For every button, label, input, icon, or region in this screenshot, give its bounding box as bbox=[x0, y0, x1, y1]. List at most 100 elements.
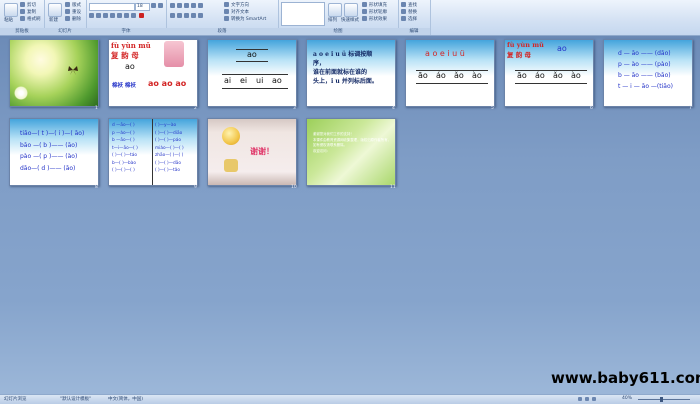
reset-icon[interactable] bbox=[65, 9, 70, 14]
clipboard-group: 粘贴 剪切 复制 格式刷 剪贴板 bbox=[0, 0, 45, 35]
slide-number-4: 4 bbox=[392, 106, 395, 111]
slide-thumbnail-2[interactable]: fù yùn mǔ 复 韵 母 ao 棉袄 棉袄 ao ao ao bbox=[108, 39, 198, 107]
slide-number-1: 1 bbox=[95, 106, 98, 111]
shape-outline-label[interactable]: 形状轮廓 bbox=[369, 9, 387, 15]
copy-icon[interactable] bbox=[20, 9, 25, 14]
delete-label[interactable]: 删除 bbox=[72, 16, 81, 22]
split-row-3: pào —( p )—— (ào) bbox=[20, 153, 78, 160]
slide-thumbnail-11[interactable]: 谢谢您对我们工作的支持！ 本课件由教育资源网收集整理，版权归原作者所有， 如有侵… bbox=[306, 118, 396, 186]
new-slide-label: 新建 bbox=[49, 18, 58, 23]
select-label[interactable]: 选择 bbox=[408, 16, 417, 22]
font-color-icon[interactable] bbox=[139, 13, 144, 18]
butterfly-image bbox=[68, 66, 78, 75]
find-label[interactable]: 查找 bbox=[408, 2, 417, 8]
notice-line-4: 欢迎访问： bbox=[313, 148, 330, 153]
shape-outline-icon[interactable] bbox=[362, 9, 367, 14]
ao-label: ao bbox=[557, 44, 567, 53]
cut-icon[interactable] bbox=[20, 2, 25, 7]
text-direction-label[interactable]: 文字方向 bbox=[231, 2, 249, 8]
columns-icon[interactable] bbox=[198, 13, 203, 18]
smartart-label[interactable]: 转换为 SmartArt bbox=[231, 16, 266, 22]
replace-label[interactable]: 替换 bbox=[408, 9, 417, 15]
slide-number-2: 2 bbox=[194, 106, 197, 111]
layout-icon[interactable] bbox=[65, 2, 70, 7]
shrink-font-icon[interactable] bbox=[158, 3, 163, 8]
exercise-left-5: ( )—( )—táo bbox=[112, 153, 137, 158]
find-icon[interactable] bbox=[401, 2, 406, 7]
align-left-icon[interactable] bbox=[170, 13, 175, 18]
top-box-text: ao bbox=[247, 50, 257, 59]
numbering-icon[interactable] bbox=[177, 3, 182, 8]
font-size-combo[interactable]: 18 bbox=[135, 3, 150, 11]
format-painter-label[interactable]: 格式刷 bbox=[27, 16, 41, 22]
slide-thumbnail-9[interactable]: d —āo—( ) p —ào—( ) b —āo—( ) t—i—āo—( )… bbox=[108, 118, 198, 186]
zoom-slider-thumb[interactable] bbox=[660, 397, 663, 402]
zoom-level: 40% bbox=[622, 396, 633, 401]
change-case-icon[interactable] bbox=[131, 13, 136, 18]
align-text-label[interactable]: 对齐文本 bbox=[231, 9, 249, 15]
delete-icon[interactable] bbox=[65, 16, 70, 21]
cell-4: ao bbox=[272, 76, 282, 85]
smartart-icon[interactable] bbox=[224, 16, 229, 21]
watermark: www.baby611.com bbox=[551, 369, 700, 387]
exercise-left-7: ( )—( )—( ) bbox=[112, 168, 135, 173]
increase-indent-icon[interactable] bbox=[191, 3, 196, 8]
underline-icon[interactable] bbox=[103, 13, 108, 18]
slideshow-view-icon[interactable] bbox=[592, 397, 596, 401]
grow-font-icon[interactable] bbox=[151, 3, 156, 8]
divider-line bbox=[152, 119, 153, 185]
slide-thumbnail-10[interactable]: 谢谢！ bbox=[207, 118, 297, 186]
justify-icon[interactable] bbox=[191, 13, 196, 18]
shape-fill-icon[interactable] bbox=[362, 2, 367, 7]
replace-icon[interactable] bbox=[401, 9, 406, 14]
format-painter-icon[interactable] bbox=[20, 16, 25, 21]
bullets-icon[interactable] bbox=[170, 3, 175, 8]
cut-label[interactable]: 剪切 bbox=[27, 2, 36, 8]
align-text-icon[interactable] bbox=[224, 9, 229, 14]
slides-group: 新建 版式 重设 删除 幻灯片 bbox=[44, 0, 87, 35]
slide-thumbnail-6[interactable]: fù yùn mǔ 复 韵 母 ao āo áo ǎo ào bbox=[504, 39, 594, 107]
paste-label: 粘贴 bbox=[4, 18, 13, 23]
split-rows: tiāo—( t )—( i )—( āo) bāo —( b )—— (āo)… bbox=[20, 128, 84, 174]
shape-effects-label[interactable]: 形状效果 bbox=[369, 16, 387, 22]
slide-thumbnail-7[interactable]: d — āo —— (dāo) p — ào —— (pào) b — āo —… bbox=[603, 39, 693, 107]
align-center-icon[interactable] bbox=[177, 13, 182, 18]
italic-icon[interactable] bbox=[96, 13, 101, 18]
slide-thumbnail-1[interactable] bbox=[9, 39, 99, 107]
font-name-combo[interactable] bbox=[89, 3, 135, 11]
exercise-right-7: ( )—( )—tǎo bbox=[155, 168, 180, 173]
slide-thumbnail-3[interactable]: ao ai ei ui ao bbox=[207, 39, 297, 107]
slide-thumbnail-4[interactable]: a o e i u ü 标调按顺 序， 谁在前面就标在谁的 头上，i u 并列标… bbox=[306, 39, 396, 107]
rule-line-2: 序， bbox=[313, 60, 326, 67]
rule-line-3: 谁在前面就标在谁的 bbox=[313, 69, 368, 76]
select-icon[interactable] bbox=[401, 16, 406, 21]
spelling-rows: d — āo —— (dāo) p — ào —— (pào) b — āo —… bbox=[618, 48, 673, 92]
slide-thumbnail-8[interactable]: tiāo—( t )—( i )—( āo) bāo —( b )—— (āo)… bbox=[9, 118, 99, 186]
shape-fill-label[interactable]: 形状填充 bbox=[369, 2, 387, 8]
strikethrough-icon[interactable] bbox=[110, 13, 115, 18]
arrange-button[interactable] bbox=[328, 3, 342, 17]
spacing-icon[interactable] bbox=[124, 13, 129, 18]
normal-view-icon[interactable] bbox=[578, 397, 582, 401]
layout-label[interactable]: 版式 bbox=[72, 2, 81, 8]
exercise-right-4: miào—( )—( ) bbox=[155, 145, 184, 151]
copy-label[interactable]: 复制 bbox=[27, 9, 36, 15]
slide-number-6: 6 bbox=[590, 106, 593, 111]
paste-button[interactable] bbox=[4, 3, 18, 17]
drawing-group-label: 绘图 bbox=[278, 28, 398, 35]
text-direction-icon[interactable] bbox=[224, 2, 229, 7]
shadow-icon[interactable] bbox=[117, 13, 122, 18]
sorter-view-icon[interactable] bbox=[585, 397, 589, 401]
shape-effects-icon[interactable] bbox=[362, 16, 367, 21]
new-slide-button[interactable] bbox=[48, 3, 62, 17]
line-spacing-icon[interactable] bbox=[198, 3, 203, 8]
slide-thumbnail-5[interactable]: a o e i u ü āo áo ǎo ào bbox=[405, 39, 495, 107]
shapes-gallery[interactable] bbox=[281, 2, 325, 26]
reset-label[interactable]: 重设 bbox=[72, 9, 81, 15]
decrease-indent-icon[interactable] bbox=[184, 3, 189, 8]
zoom-slider[interactable] bbox=[638, 399, 690, 400]
align-right-icon[interactable] bbox=[184, 13, 189, 18]
bold-icon[interactable] bbox=[89, 13, 94, 18]
quick-styles-button[interactable] bbox=[344, 3, 358, 17]
basket-image bbox=[224, 159, 238, 172]
